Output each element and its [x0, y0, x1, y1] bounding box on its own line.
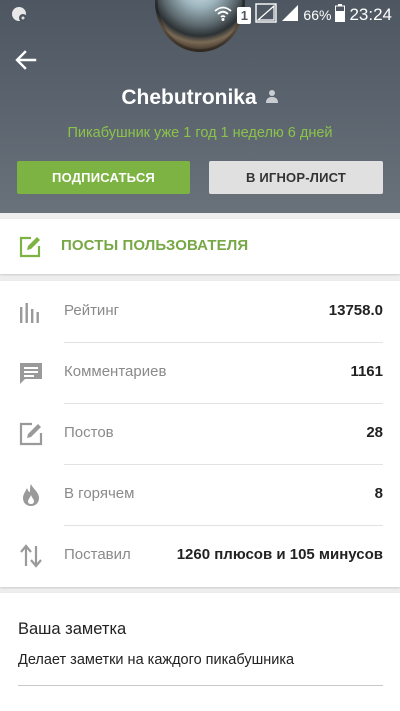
wifi-icon: [213, 4, 233, 26]
edit-icon: [18, 421, 44, 447]
notification-icon: [10, 5, 28, 28]
user-icon: [265, 89, 279, 108]
stat-label: Постов: [64, 424, 114, 441]
user-posts-link[interactable]: ПОСТЫ ПОЛЬЗОВАТЕЛЯ: [0, 219, 400, 274]
stat-row-rating: Рейтинг 13758.0: [0, 281, 400, 342]
note-input[interactable]: Делает заметки на каждого пикабушника: [18, 652, 294, 668]
stat-row-comments: Комментариев 1161: [0, 342, 400, 403]
battery-percent: 66%: [303, 7, 332, 23]
stat-value: 8: [374, 485, 383, 502]
stat-label: Рейтинг: [64, 302, 120, 319]
edit-icon: [19, 236, 41, 263]
stat-value: 1260 плюсов и 105 минусов: [176, 546, 383, 563]
chart-bars-icon: [18, 299, 44, 325]
stat-label: В горячем: [64, 485, 135, 502]
note-card: Ваша заметка Делает заметки на каждого п…: [0, 593, 400, 711]
stat-value: 1161: [350, 363, 383, 380]
clock: 23:24: [349, 5, 392, 24]
stats-card: Рейтинг 13758.0 Комментариев 1161 Постов…: [0, 281, 400, 587]
stat-row-hot: В горячем 8: [0, 464, 400, 525]
signal-icon: [281, 4, 299, 26]
stat-row-votes: Поставил 1260 плюсов и 105 минусов: [0, 525, 400, 586]
sim-slot-icon: 1: [237, 6, 252, 24]
subscribe-button[interactable]: ПОДПИСАТЬСЯ: [17, 161, 190, 194]
stat-value: 13758.0: [328, 302, 383, 319]
note-underline: [18, 685, 383, 686]
user-posts-label: ПОСТЫ ПОЛЬЗОВАТЕЛЯ: [61, 237, 249, 254]
stat-label: Комментариев: [64, 363, 167, 380]
sort-arrows-icon: [18, 543, 44, 569]
flame-icon: [18, 482, 44, 508]
profile-header: 1 66% 23:24 Chebutronika Пикабушник уже …: [0, 0, 400, 213]
ignore-list-button[interactable]: В ИГНОР-ЛИСТ: [209, 161, 383, 194]
note-title: Ваша заметка: [18, 620, 127, 638]
signal-icon-empty: [255, 3, 278, 27]
stat-label: Поставил: [64, 546, 131, 563]
back-arrow-icon[interactable]: [12, 46, 40, 74]
stat-value: 28: [366, 424, 383, 441]
status-bar: 1 66% 23:24: [0, 0, 400, 28]
member-since: Пикабушник уже 1 год 1 неделю 6 дней: [67, 125, 333, 141]
battery-icon: [335, 4, 346, 26]
comment-icon: [18, 360, 44, 386]
stat-row-posts: Постов 28: [0, 403, 400, 464]
username: Chebutronika: [121, 86, 257, 109]
